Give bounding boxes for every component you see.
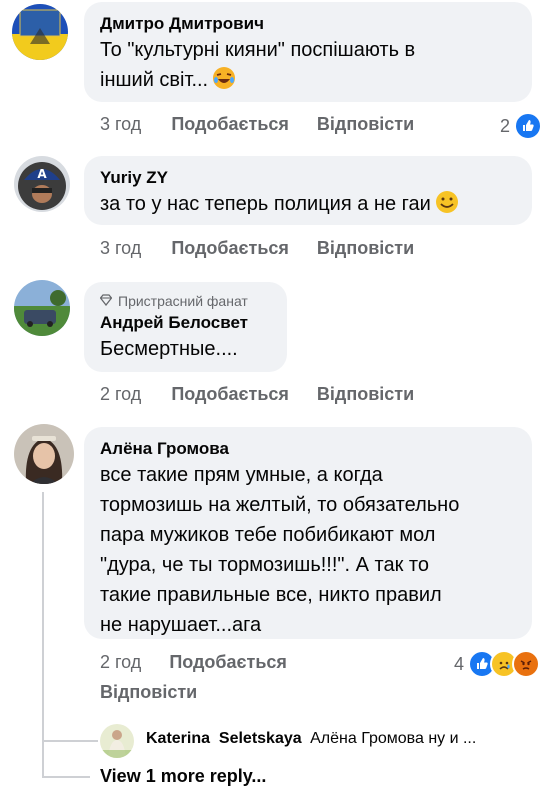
reply-button[interactable]: Відповісти xyxy=(317,114,414,135)
reaction-count: 2 xyxy=(500,115,511,136)
comment-text-line: пара мужиков тебе побибикают мол xyxy=(100,524,436,546)
comment-actions: 3 год Подобається Відповісти xyxy=(100,238,414,259)
comment-actions-wrap: Відповісти xyxy=(100,682,197,703)
reaction-count: 4 xyxy=(454,653,465,674)
comment-actions: 3 год Подобається Відповісти xyxy=(100,114,414,135)
timestamp[interactable]: 2 год xyxy=(100,652,141,673)
comment-author[interactable]: Дмитро Дмитрович xyxy=(100,13,518,35)
like-button[interactable]: Подобається xyxy=(169,652,287,673)
comment-actions: 2 год Подобається xyxy=(100,652,287,673)
reply-button[interactable]: Відповісти xyxy=(317,238,414,259)
comment-author[interactable]: Yuriy ZY xyxy=(100,167,518,189)
reply-button[interactable]: Відповісти xyxy=(317,384,414,405)
reply-author[interactable]: Katerina Seletskaya xyxy=(146,730,302,747)
thread-line xyxy=(42,492,44,776)
reaction-summary[interactable]: 2 xyxy=(500,112,543,140)
comment-text-line: тормозишь на желтый, то обязательно xyxy=(100,494,460,516)
reply-button[interactable]: Відповісти xyxy=(100,682,197,703)
angry-reaction-icon xyxy=(512,650,541,678)
comment-bubble: Алёна Громова все такие прям умные, а ко… xyxy=(84,427,532,639)
avatar-andrey[interactable] xyxy=(14,280,70,336)
view-more-replies-link[interactable]: View 1 more reply... xyxy=(100,766,266,787)
comment-author[interactable]: Алёна Громова xyxy=(100,438,518,460)
comment-author[interactable]: Андрей Белосвет xyxy=(100,312,273,334)
avatar-dmytro[interactable] xyxy=(12,4,68,60)
avatar-alena[interactable] xyxy=(14,424,74,484)
reply-text: Алёна Громова ну и ... xyxy=(310,730,477,747)
svg-text:A: A xyxy=(37,167,47,181)
timestamp[interactable]: 3 год xyxy=(100,114,141,135)
badge-label: Пристрасний фанат xyxy=(118,293,248,309)
smile-emoji-icon xyxy=(435,190,459,223)
comment-bubble: Пристрасний фанат Андрей Белосвет Бесмер… xyxy=(84,282,287,372)
comment-text-line: То "культурні кияни" поспішають в xyxy=(100,39,416,61)
comment-text-line: все такие прям умные, а когда xyxy=(100,464,383,486)
comment-bubble: Yuriy ZY за то у нас теперь полиция а не… xyxy=(84,156,532,225)
diamond-icon xyxy=(99,292,113,310)
reply-preview[interactable]: Katerina Seletskaya Алёна Громова ну и .… xyxy=(146,730,476,748)
comment-text-line: такие правильные все, никто правил xyxy=(100,584,442,606)
comment-text-line: не нарушает...ага xyxy=(100,614,262,636)
like-button[interactable]: Подобається xyxy=(171,384,289,405)
thread-branch xyxy=(42,776,90,778)
comment-bubble: Дмитро Дмитрович То "культурні кияни" по… xyxy=(84,2,532,102)
timestamp[interactable]: 3 год xyxy=(100,238,141,259)
like-reaction-icon xyxy=(514,112,543,140)
avatar-yuriy[interactable]: A xyxy=(14,156,70,212)
like-button[interactable]: Подобається xyxy=(171,238,289,259)
comment-text-line: Бесмертные.... xyxy=(100,338,238,360)
comment-text-line: за то у нас теперь полиция а не гаи xyxy=(100,193,431,215)
laughing-tears-emoji-icon xyxy=(212,66,236,99)
comment-actions: 2 год Подобається Відповісти xyxy=(100,384,414,405)
timestamp[interactable]: 2 год xyxy=(100,384,141,405)
thread-branch xyxy=(42,740,98,742)
reaction-summary[interactable]: 4 xyxy=(454,650,541,678)
top-fan-badge[interactable]: Пристрасний фанат xyxy=(99,292,273,310)
like-button[interactable]: Подобається xyxy=(171,114,289,135)
comment-text-line: "дура, че ты тормозишь!!!". А так то xyxy=(100,554,429,576)
avatar-katerina[interactable] xyxy=(100,724,134,758)
comment-text-line: інший світ... xyxy=(100,69,209,91)
